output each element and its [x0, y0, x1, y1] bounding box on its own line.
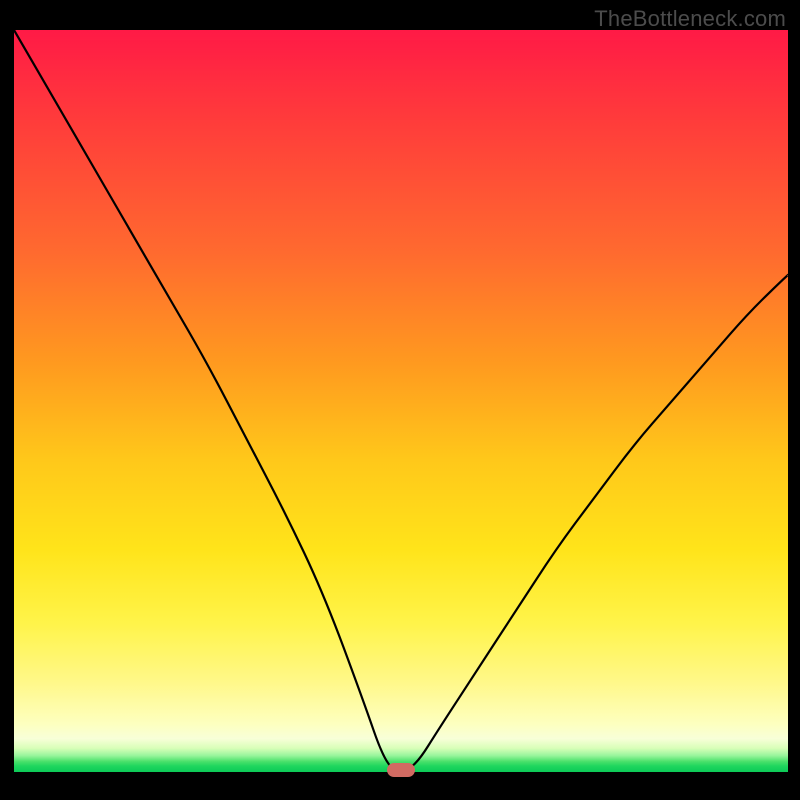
- chart-frame: TheBottleneck.com: [0, 0, 800, 800]
- watermark-text: TheBottleneck.com: [594, 6, 786, 32]
- bottleneck-curve: [14, 30, 788, 772]
- plot-area: [14, 30, 788, 772]
- bottleneck-curve-path: [14, 30, 788, 770]
- optimal-marker: [387, 763, 415, 777]
